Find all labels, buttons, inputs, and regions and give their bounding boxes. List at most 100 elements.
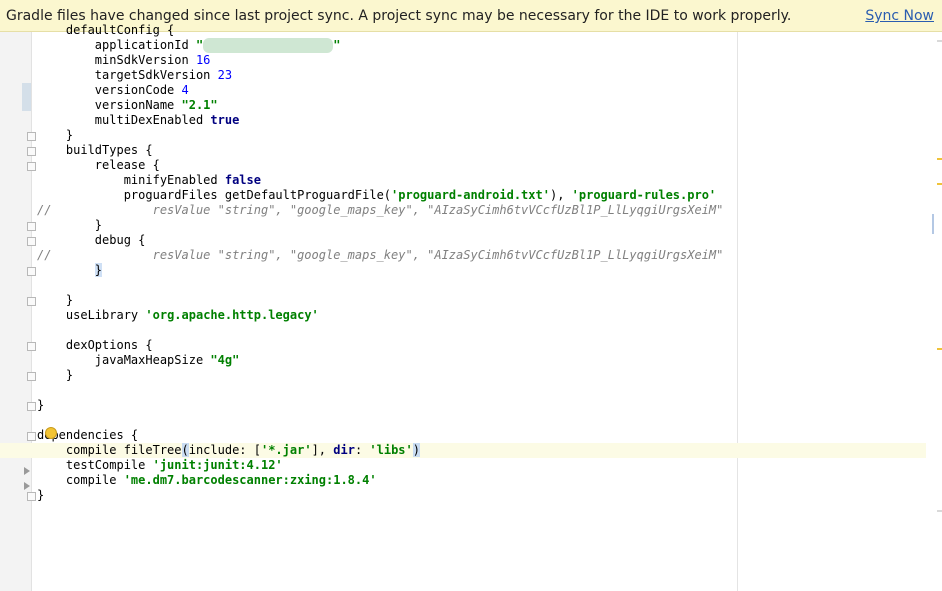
code-token: }: [94, 263, 103, 277]
code-line[interactable]: proguardFiles getDefaultProguardFile('pr…: [0, 188, 926, 203]
fold-marker[interactable]: [27, 432, 36, 441]
code-line[interactable]: [0, 278, 926, 293]
code-line-text: }: [37, 293, 73, 308]
error-stripe[interactable]: [926, 32, 942, 591]
fold-marker[interactable]: [27, 162, 36, 171]
code-token: ": [195, 38, 204, 52]
code-line[interactable]: targetSdkVersion 23: [0, 68, 926, 83]
code-line[interactable]: defaultConfig {: [0, 23, 926, 38]
code-line-text: useLibrary 'org.apache.http.legacy': [37, 308, 319, 323]
code-line[interactable]: javaMaxHeapSize "4g": [0, 353, 926, 368]
run-arrow-icon[interactable]: [24, 467, 30, 475]
info-stripe-mark[interactable]: [937, 40, 942, 42]
warning-stripe-mark[interactable]: [937, 158, 942, 160]
fold-marker[interactable]: [27, 237, 36, 246]
code-token: // resValue "string", "google_maps_key",…: [37, 203, 724, 217]
code-line[interactable]: }: [0, 263, 926, 278]
code-line[interactable]: applicationId "com.example.app.id": [0, 38, 926, 53]
code-token: dir: [333, 443, 355, 457]
code-line[interactable]: compile 'me.dm7.barcodescanner:zxing:1.8…: [0, 473, 926, 488]
code-line[interactable]: [0, 413, 926, 428]
code-line-text: targetSdkVersion 23: [37, 68, 232, 83]
fold-marker[interactable]: [27, 222, 36, 231]
fold-marker[interactable]: [27, 267, 36, 276]
code-editor[interactable]: defaultConfig { applicationId "com.examp…: [0, 0, 926, 591]
fold-marker[interactable]: [27, 372, 36, 381]
code-line-text: minifyEnabled false: [37, 173, 261, 188]
code-line[interactable]: }: [0, 398, 926, 413]
code-line[interactable]: [0, 383, 926, 398]
code-token: include: [: [188, 443, 261, 457]
fold-marker[interactable]: [27, 342, 36, 351]
code-token: 'libs': [369, 443, 413, 457]
code-line[interactable]: }: [0, 293, 926, 308]
code-line[interactable]: dexOptions {: [0, 338, 926, 353]
code-line[interactable]: }: [0, 128, 926, 143]
code-token: // resValue "string", "google_maps_key",…: [37, 248, 724, 262]
code-line[interactable]: }: [0, 218, 926, 233]
code-line[interactable]: versionCode 4: [0, 83, 926, 98]
code-token: ],: [311, 443, 334, 457]
warning-stripe-mark[interactable]: [937, 183, 942, 185]
fold-marker[interactable]: [27, 147, 36, 156]
code-token: proguardFiles getDefaultProguardFile(: [123, 188, 392, 202]
info-stripe-mark[interactable]: [937, 510, 942, 512]
code-token: javaMaxHeapSize: [94, 353, 211, 367]
code-token: :: [354, 443, 370, 457]
code-line[interactable]: useLibrary 'org.apache.http.legacy': [0, 308, 926, 323]
code-token: }: [37, 398, 45, 412]
fold-marker[interactable]: [27, 132, 36, 141]
run-arrow-icon[interactable]: [24, 482, 30, 490]
code-line[interactable]: // resValue "string", "google_maps_key",…: [0, 248, 926, 263]
code-line[interactable]: versionName "2.1": [0, 98, 926, 113]
code-line-text: }: [37, 368, 73, 383]
fold-marker[interactable]: [27, 492, 36, 501]
code-token: release {: [94, 158, 160, 172]
code-line[interactable]: debug {: [0, 233, 926, 248]
code-line[interactable]: }: [0, 488, 926, 503]
code-line-text: }: [37, 263, 103, 278]
fold-marker[interactable]: [27, 402, 36, 411]
code-token: (: [181, 443, 189, 457]
lightbulb-icon[interactable]: [45, 427, 57, 439]
code-line[interactable]: [0, 323, 926, 338]
code-line[interactable]: dependencies {: [0, 428, 926, 443]
code-token: defaultConfig {: [65, 23, 175, 37]
code-line[interactable]: compile fileTree(include: ['*.jar'], dir…: [0, 443, 926, 458]
code-line-text: release {: [37, 158, 160, 173]
code-token: dexOptions {: [65, 338, 153, 352]
code-token: 'proguard-rules.pro': [571, 188, 717, 202]
warning-stripe-mark[interactable]: [937, 348, 942, 350]
code-line-text: multiDexEnabled true: [37, 113, 240, 128]
code-line-text: }: [37, 488, 44, 503]
scroll-position-mark[interactable]: [932, 214, 934, 234]
code-line[interactable]: buildTypes {: [0, 143, 926, 158]
fold-marker[interactable]: [27, 297, 36, 306]
code-token: 'junit:junit:4.12': [152, 458, 283, 472]
code-line-text: applicationId "com.example.app.id": [37, 38, 340, 53]
code-token: buildTypes {: [65, 143, 153, 157]
code-line[interactable]: minifyEnabled false: [0, 173, 926, 188]
code-token: debug {: [94, 233, 146, 247]
code-line[interactable]: multiDexEnabled true: [0, 113, 926, 128]
code-line[interactable]: release {: [0, 158, 926, 173]
code-line[interactable]: }: [0, 368, 926, 383]
code-token: ": [333, 38, 341, 52]
code-line[interactable]: testCompile 'junit:junit:4.12': [0, 458, 926, 473]
code-line[interactable]: // resValue "string", "google_maps_key",…: [0, 203, 926, 218]
code-line-text: buildTypes {: [37, 143, 153, 158]
code-line-text: }: [37, 218, 102, 233]
code-line[interactable]: minSdkVersion 16: [0, 53, 926, 68]
code-token: 'proguard-android.txt': [391, 188, 550, 202]
code-token: "2.1": [181, 98, 218, 112]
